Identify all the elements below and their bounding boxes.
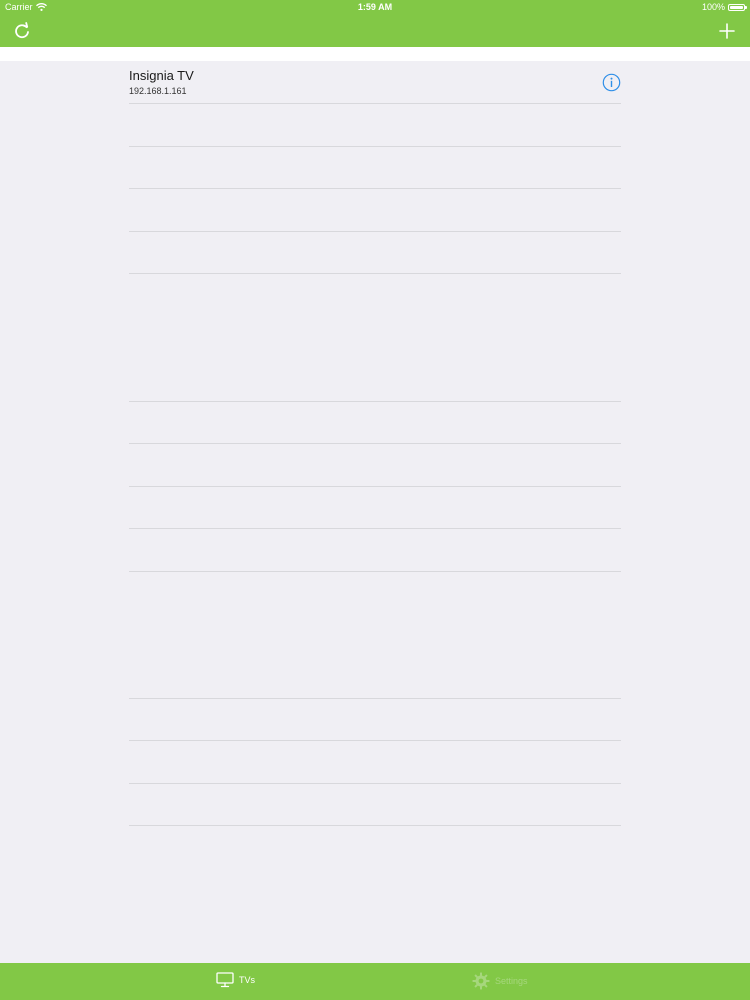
tv-info-button[interactable]: [602, 73, 621, 92]
tv-icon: [216, 972, 234, 988]
empty-list-row: [129, 147, 621, 189]
battery-icon: [728, 3, 747, 11]
empty-list-row: [129, 104, 621, 147]
empty-list-row: [129, 699, 621, 741]
tv-ip-address: 192.168.1.161: [129, 86, 187, 96]
empty-list-row: [129, 487, 621, 529]
empty-list-row: [129, 741, 621, 784]
empty-list-row: [129, 359, 621, 402]
tv-name: Insignia TV: [129, 68, 194, 83]
tab-settings-label: Settings: [495, 976, 528, 986]
empty-list-row: [129, 402, 621, 444]
header-divider: [0, 47, 750, 61]
empty-list-row: [129, 444, 621, 487]
empty-list-row: [129, 232, 621, 274]
empty-list-row: [129, 784, 621, 826]
refresh-icon: [15, 22, 29, 39]
info-icon: [602, 73, 621, 92]
tab-tvs-label: TVs: [239, 975, 256, 985]
gear-icon: [472, 972, 490, 990]
plus-icon: [719, 23, 735, 39]
tab-settings[interactable]: Settings: [472, 972, 528, 990]
battery-percentage: 100%: [701, 2, 725, 12]
battery-indicator: 100%: [701, 2, 747, 12]
refresh-button[interactable]: [11, 20, 33, 42]
tab-bar: TVs Settings: [0, 963, 750, 1000]
tab-tvs[interactable]: TVs: [216, 972, 255, 988]
empty-list-row: [129, 189, 621, 232]
add-tv-button[interactable]: [716, 20, 738, 42]
status-bar: Carrier 1:59 AM 100%: [0, 0, 750, 14]
tv-list-item[interactable]: Insignia TV 192.168.1.161: [129, 61, 621, 104]
empty-list-row: [129, 529, 621, 572]
status-time: 1:59 AM: [357, 2, 393, 12]
empty-list-row: [129, 656, 621, 699]
